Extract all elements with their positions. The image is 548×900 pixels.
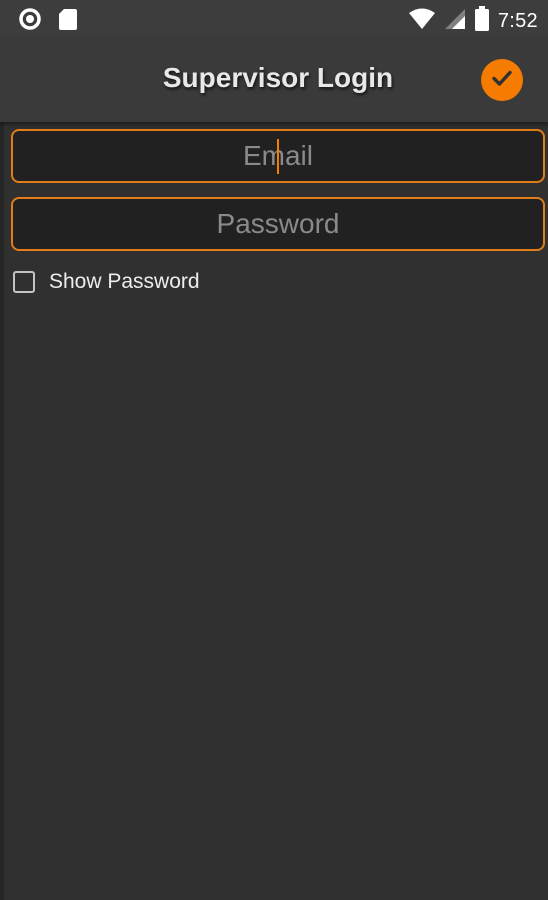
show-password-toggle[interactable]: Show Password [13,270,200,294]
wifi-icon [408,7,436,36]
password-field-container [11,197,545,251]
password-input[interactable] [13,199,543,249]
show-password-label: Show Password [49,270,200,293]
email-field-container [11,129,545,183]
status-time: 7:52 [497,10,538,32]
login-screen: 7:52 Supervisor Login Show Password [0,0,548,900]
status-bar-left [18,7,78,36]
status-bar-right: 7:52 [408,6,538,37]
app-bar: Supervisor Login [0,38,548,122]
status-bar: 7:52 [0,0,548,38]
notification-ring-icon [18,7,42,36]
sd-card-icon [58,7,78,36]
text-cursor [277,139,279,174]
cell-signal-icon [444,7,466,36]
left-edge-divider [0,0,4,900]
page-title: Supervisor Login [162,62,394,93]
confirm-login-button[interactable] [481,59,523,101]
show-password-checkbox[interactable] [13,271,35,293]
battery-icon [474,6,490,37]
check-icon [489,65,515,96]
